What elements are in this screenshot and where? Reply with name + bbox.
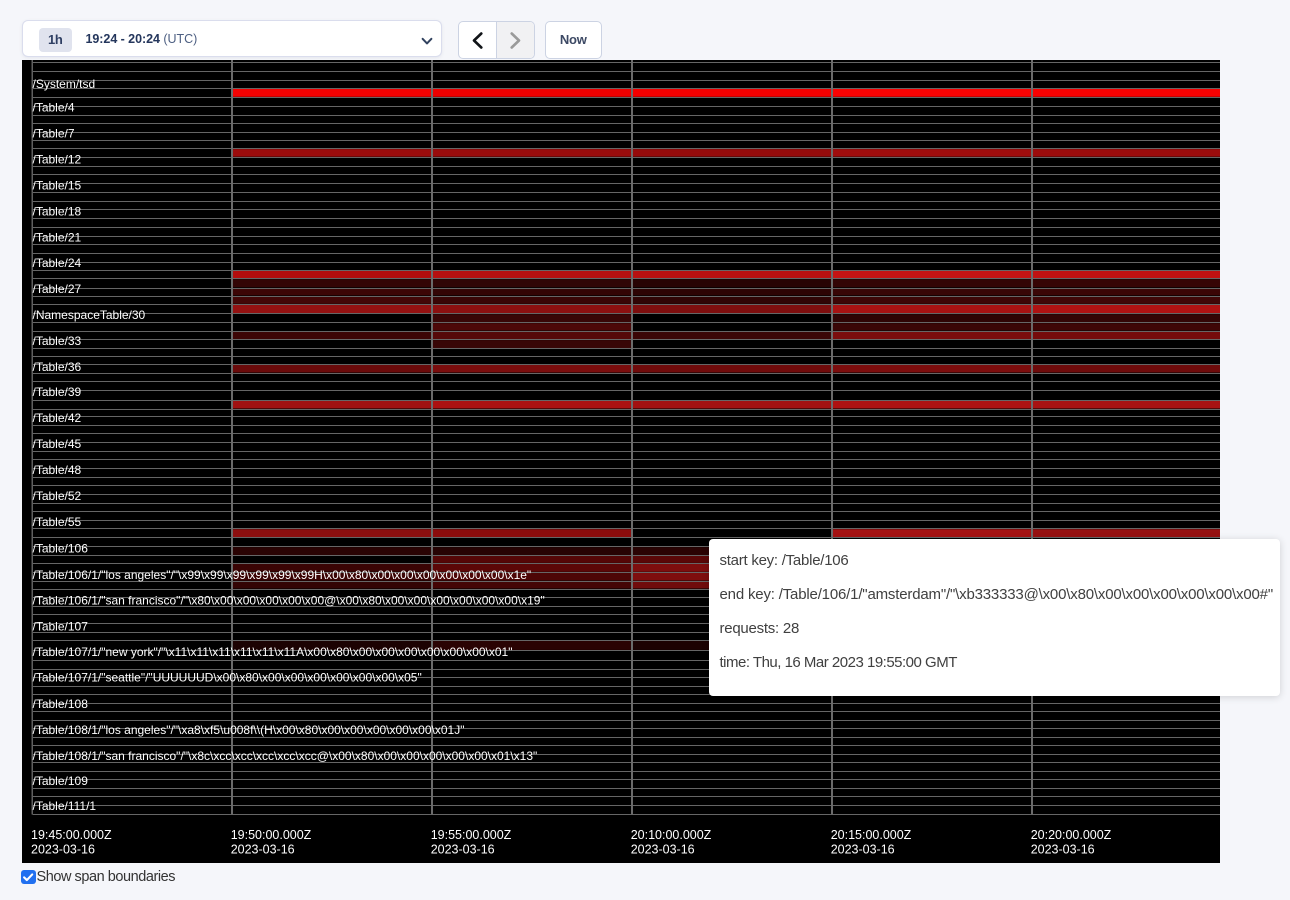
svg-text:/Table/21: /Table/21 <box>32 230 81 244</box>
svg-text:/Table/106/1/"los angeles"/"\x: /Table/106/1/"los angeles"/"\x99\x99\x99… <box>32 567 531 581</box>
svg-text:2023-03-16: 2023-03-16 <box>31 842 95 856</box>
svg-text:19:45:00.000Z: 19:45:00.000Z <box>31 828 112 842</box>
svg-text:2023-03-16: 2023-03-16 <box>830 842 894 856</box>
svg-text:/Table/12: /Table/12 <box>32 152 81 166</box>
svg-text:/Table/24: /Table/24 <box>32 255 81 269</box>
svg-text:/Table/106/1/"san francisco"/": /Table/106/1/"san francisco"/"\x80\x00\x… <box>32 593 544 607</box>
svg-text:/Table/109: /Table/109 <box>32 773 88 787</box>
svg-text:/Table/108/1/"los angeles"/"\x: /Table/108/1/"los angeles"/"\xa8\xf5\u00… <box>32 722 464 736</box>
svg-text:/Table/18: /Table/18 <box>32 204 81 218</box>
svg-text:20:15:00.000Z: 20:15:00.000Z <box>830 828 911 842</box>
svg-text:/Table/4: /Table/4 <box>32 100 74 114</box>
svg-text:20:10:00.000Z: 20:10:00.000Z <box>630 828 711 842</box>
svg-text:/System/tsd: /System/tsd <box>32 77 95 91</box>
svg-text:/Table/7: /Table/7 <box>32 126 74 140</box>
svg-text:/Table/55: /Table/55 <box>32 514 81 528</box>
svg-text:/Table/107: /Table/107 <box>32 619 88 633</box>
svg-text:19:50:00.000Z: 19:50:00.000Z <box>230 828 311 842</box>
svg-text:/Table/33: /Table/33 <box>32 333 81 347</box>
svg-text:/Table/42: /Table/42 <box>32 410 81 424</box>
svg-text:/Table/52: /Table/52 <box>32 488 81 502</box>
svg-text:/Table/108/1/"san francisco"/": /Table/108/1/"san francisco"/"\x8c\xcc\x… <box>32 748 537 762</box>
svg-text:19:55:00.000Z: 19:55:00.000Z <box>430 828 511 842</box>
svg-text:/Table/36: /Table/36 <box>32 359 81 373</box>
svg-text:2023-03-16: 2023-03-16 <box>430 842 494 856</box>
svg-text:2023-03-16: 2023-03-16 <box>1030 842 1094 856</box>
svg-text:/Table/106: /Table/106 <box>32 541 88 555</box>
svg-text:/Table/107/1/"new york"/"\x11\: /Table/107/1/"new york"/"\x11\x11\x11\x1… <box>32 644 512 658</box>
svg-text:/Table/111/1: /Table/111/1 <box>32 798 96 812</box>
svg-text:/Table/27: /Table/27 <box>32 281 81 295</box>
svg-text:/Table/48: /Table/48 <box>32 462 81 476</box>
svg-text:2023-03-16: 2023-03-16 <box>630 842 694 856</box>
svg-text:/NamespaceTable/30: /NamespaceTable/30 <box>32 307 145 321</box>
svg-text:/Table/45: /Table/45 <box>32 436 81 450</box>
svg-text:/Table/107/1/"seattle"/"UUUUUU: /Table/107/1/"seattle"/"UUUUUUD\x00\x80\… <box>32 670 421 684</box>
svg-text:2023-03-16: 2023-03-16 <box>230 842 294 856</box>
svg-text:/Table/15: /Table/15 <box>32 178 81 192</box>
svg-text:/Table/108: /Table/108 <box>32 696 88 710</box>
svg-text:/Table/39: /Table/39 <box>32 384 81 398</box>
svg-text:20:20:00.000Z: 20:20:00.000Z <box>1030 828 1111 842</box>
